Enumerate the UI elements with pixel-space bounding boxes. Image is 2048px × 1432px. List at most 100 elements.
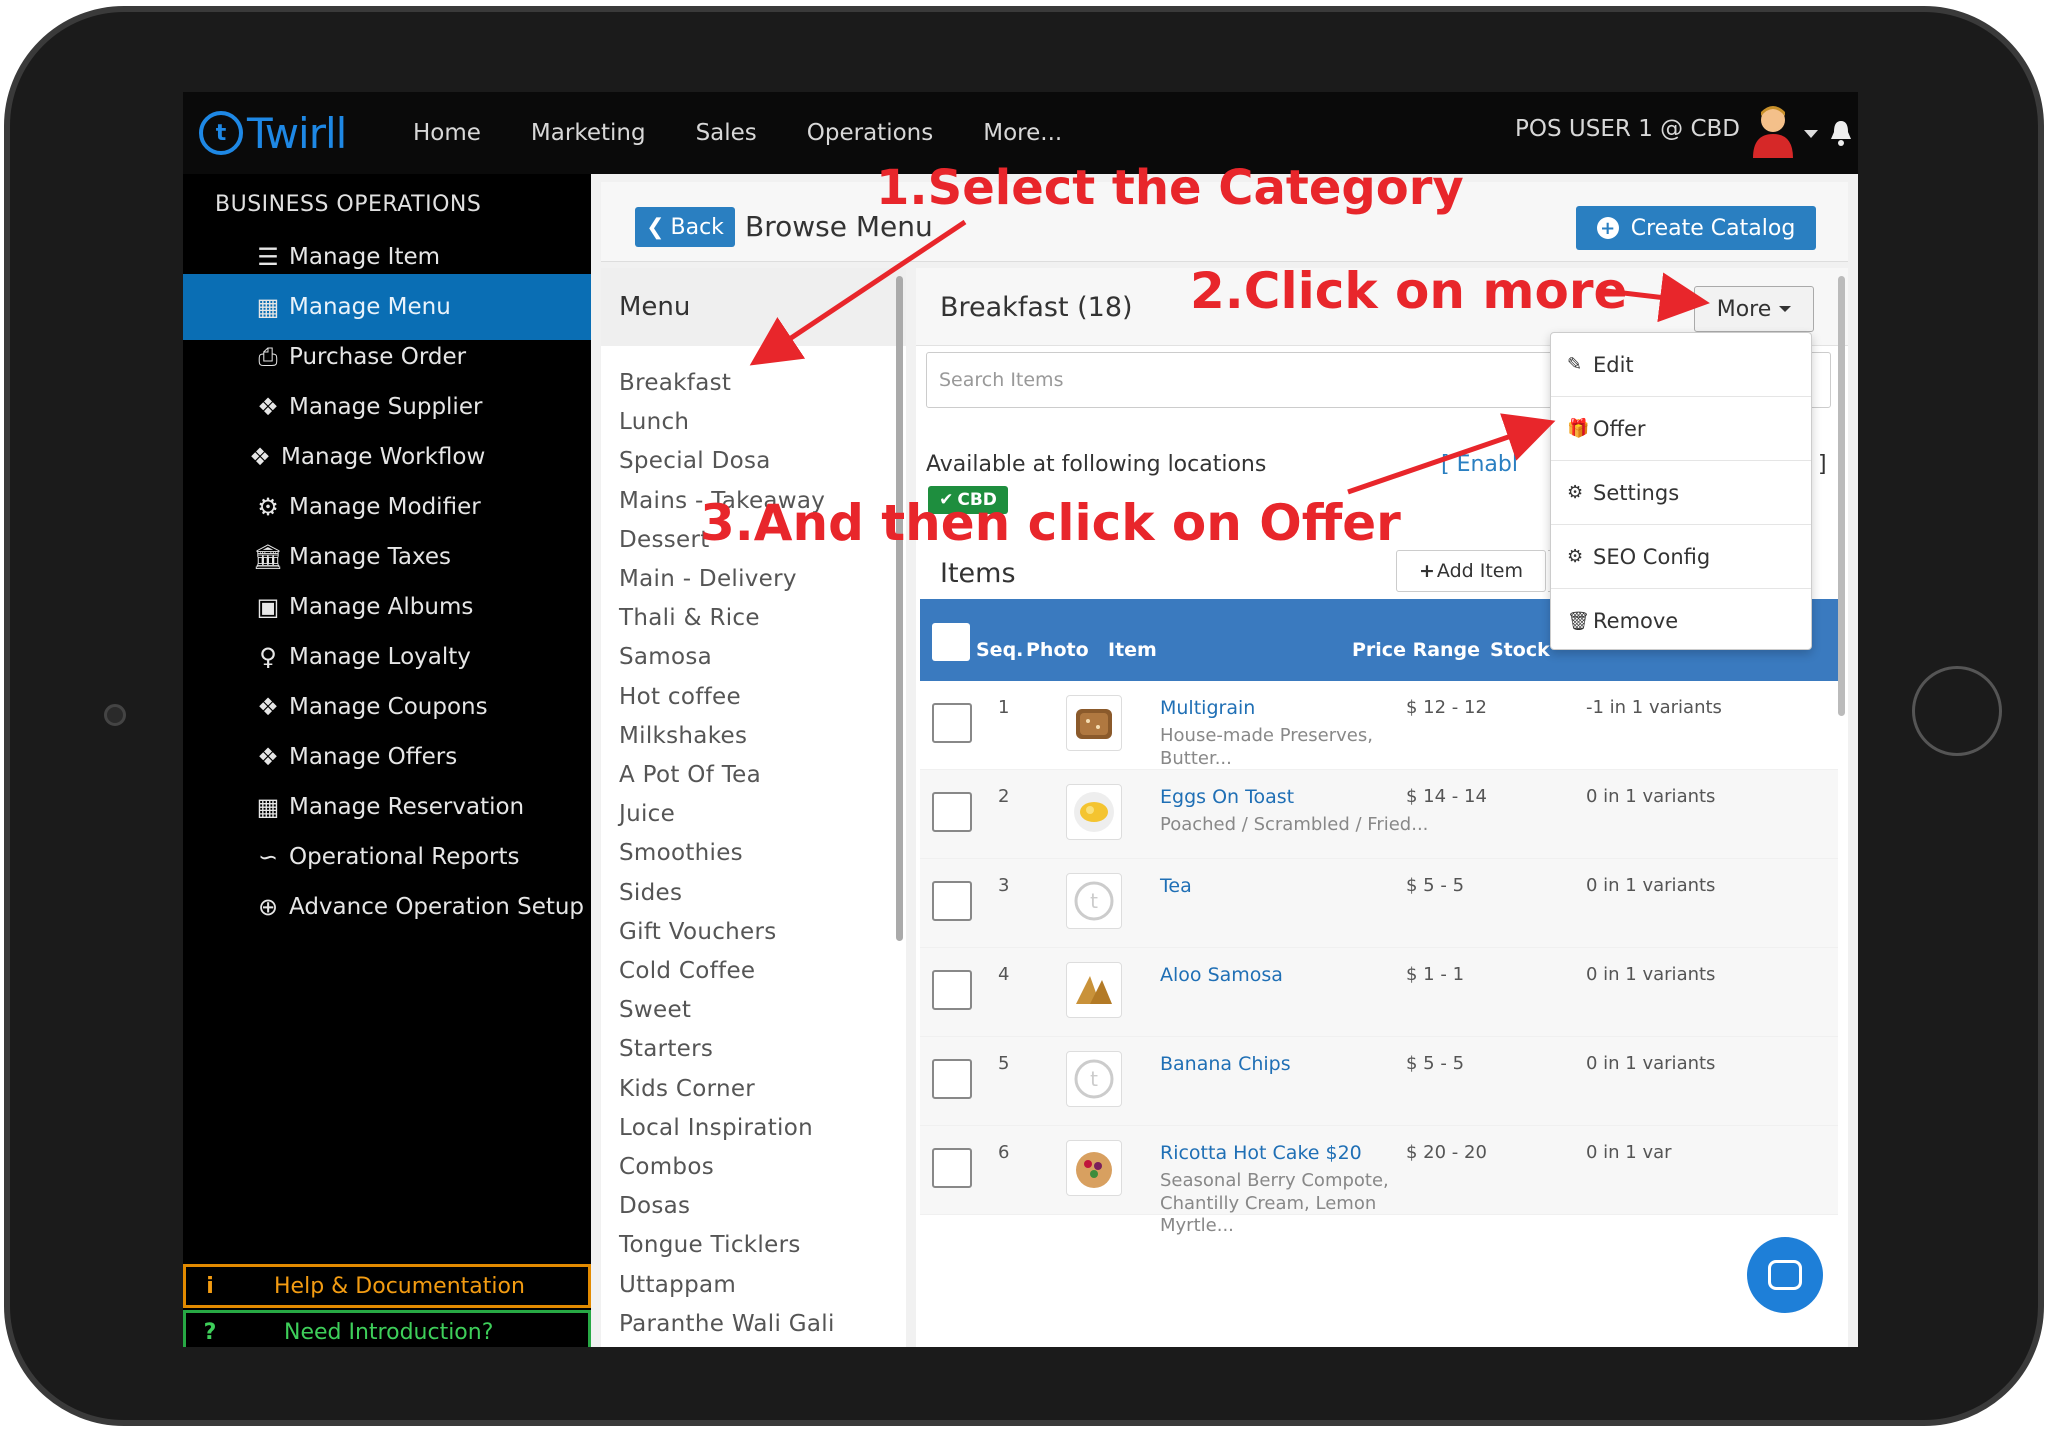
help-label: Help & Documentation [274,1273,525,1299]
table-row[interactable]: 4 Aloo Samosa $ 1 - 1 0 in 1 variants [920,948,1838,1037]
menu-item-label: Remove [1593,609,1679,633]
row-checkbox[interactable] [932,1148,972,1188]
menu-category-item[interactable]: Lunch [619,409,689,435]
user-label[interactable]: POS USER 1 @ CBD [1515,116,1740,142]
table-row[interactable]: 3 t Tea $ 5 - 5 0 in 1 variants [920,859,1838,948]
table-row[interactable]: 5 t Banana Chips $ 5 - 5 0 in 1 variants [920,1037,1838,1126]
row-checkbox[interactable] [932,970,972,1010]
row-price: $ 5 - 5 [1406,1053,1465,1074]
tags-icon: ❖ [257,393,279,421]
row-seq: 3 [998,875,1010,896]
menu-scrollbar[interactable] [896,276,903,941]
chat-launcher-button[interactable] [1747,1237,1823,1313]
nav-home[interactable]: Home [413,120,481,146]
more-button[interactable]: More [1694,286,1814,332]
col-stock: Stock [1490,639,1550,661]
table-row[interactable]: 6 Ricotta Hot Cake $20 Seasonal Berry Comp… [920,1126,1838,1236]
menu-item-offer[interactable]: 🎁 Offer [1551,397,1811,461]
nav-more[interactable]: More... [983,120,1062,146]
menu-category-item[interactable]: A Pot Of Tea [619,762,761,788]
chevron-left-icon: ❮ [646,214,665,240]
menu-item-label: Edit [1593,352,1634,377]
row-checkbox[interactable] [932,703,972,743]
menu-category-item[interactable]: Thali & Rice [619,605,760,631]
row-seq: 2 [998,786,1010,807]
sidebar-item-label: Manage Taxes [289,544,452,570]
pencil-icon: ✎ [1567,354,1583,375]
row-item-desc: Seasonal Berry Compote, Chantilly Cream,… [1160,1170,1389,1236]
row-price: $ 20 - 20 [1406,1142,1487,1163]
menu-category-item[interactable]: Milkshakes [619,723,747,749]
row-item-name[interactable]: Tea [1160,875,1192,897]
menu-category-item[interactable]: Breakfast [619,370,731,396]
more-label: More [1716,296,1772,322]
menu-category-item[interactable]: Sides [619,880,682,906]
sidebar: BUSINESS OPERATIONS ☰ Manage Item ▦ Mana… [183,174,591,1347]
menu-category-item[interactable]: Samosa [619,644,712,670]
table-icon: ▦ [256,293,280,321]
enable-link[interactable]: [ Enabl [1441,452,1518,477]
menu-item-edit[interactable]: ✎ Edit [1551,333,1811,397]
menu-category-item[interactable]: Dosas [619,1193,690,1219]
menu-category-item[interactable]: Cold Coffee [619,958,755,984]
menu-category-item[interactable]: Hot coffee [619,684,741,710]
table-row[interactable]: 1 Multigrain House-made Preserves, Butter.… [920,681,1838,770]
menu-category-item[interactable]: Local Inspiration [619,1115,813,1141]
add-item-button[interactable]: + Add Item [1396,550,1546,592]
menu-category-item[interactable]: Tongue Ticklers [619,1232,801,1258]
row-item-name[interactable]: Banana Chips [1160,1053,1291,1075]
menu-category-item[interactable]: Smoothies [619,840,743,866]
nav-sales[interactable]: Sales [696,120,757,146]
row-seq: 4 [998,964,1010,985]
row-price: $ 5 - 5 [1406,875,1465,896]
menu-item-settings[interactable]: ⚙ Settings [1551,461,1811,525]
menu-category-item[interactable]: Starters [619,1036,713,1062]
plus-circle-icon: ⊕ [257,893,279,921]
menu-category-item[interactable]: Paranthe Wali Gali [619,1311,835,1337]
avatar[interactable] [1748,102,1798,158]
row-item-name[interactable]: Ricotta Hot Cake $20 [1160,1142,1362,1164]
menu-category-item[interactable]: Uttappam [619,1272,736,1298]
row-item-name[interactable]: Multigrain [1160,697,1255,719]
row-checkbox[interactable] [932,792,972,832]
logo[interactable]: t Twirll [199,109,389,158]
menu-category-item[interactable]: Combos [619,1154,714,1180]
sidebar-item-advance-operation-setup[interactable]: ⊕ Advance Operation Setup [183,874,591,940]
row-price: $ 14 - 14 [1406,786,1487,807]
camera-dot [104,704,126,726]
menu-item-label: Offer [1593,416,1646,441]
nav-marketing[interactable]: Marketing [531,120,646,146]
bell-icon[interactable] [1826,118,1856,148]
table-row[interactable]: 2 Eggs On Toast Poached / Scrambled / Frie… [920,770,1838,859]
row-item-name[interactable]: Eggs On Toast [1160,786,1294,808]
menu-category-item[interactable]: Special Dosa [619,448,771,474]
need-introduction-link[interactable]: ? Need Introduction? [183,1310,591,1347]
caret-down-icon [1779,306,1792,312]
image-icon: ▣ [256,593,280,621]
help-documentation-link[interactable]: i Help & Documentation [183,1264,591,1308]
back-button[interactable]: ❮ Back [635,207,735,247]
menu-category-item[interactable]: Juice [619,801,675,827]
menu-category-item[interactable]: Sweet [619,997,691,1023]
sidebar-item-label: Manage Offers [289,744,458,770]
svg-text:t: t [1090,1067,1098,1091]
create-catalog-button[interactable]: + Create Catalog [1576,206,1816,250]
gift-icon: 🎁 [1567,418,1590,439]
enable-label: [ Enabl [1441,452,1518,477]
menu-category-item[interactable]: Dessert [619,527,710,553]
row-checkbox[interactable] [932,1059,972,1099]
gears-icon: ⚙ [257,493,279,521]
select-all-checkbox[interactable] [932,623,970,661]
menu-category-item[interactable]: Kids Corner [619,1076,755,1102]
info-icon: i [206,1273,214,1299]
menu-item-seo-config[interactable]: ⚙ SEO Config [1551,525,1811,589]
menu-item-remove[interactable]: 🗑 Remove [1551,589,1811,653]
nav-operations[interactable]: Operations [807,120,933,146]
row-checkbox[interactable] [932,881,972,921]
menu-category-item[interactable]: Main - Delivery [619,566,797,592]
row-item-name[interactable]: Aloo Samosa [1160,964,1283,986]
row-price: $ 1 - 1 [1406,964,1465,985]
chevron-down-icon[interactable] [1804,130,1818,138]
menu-category-item[interactable]: Gift Vouchers [619,919,777,945]
items-scrollbar[interactable] [1838,276,1845,716]
